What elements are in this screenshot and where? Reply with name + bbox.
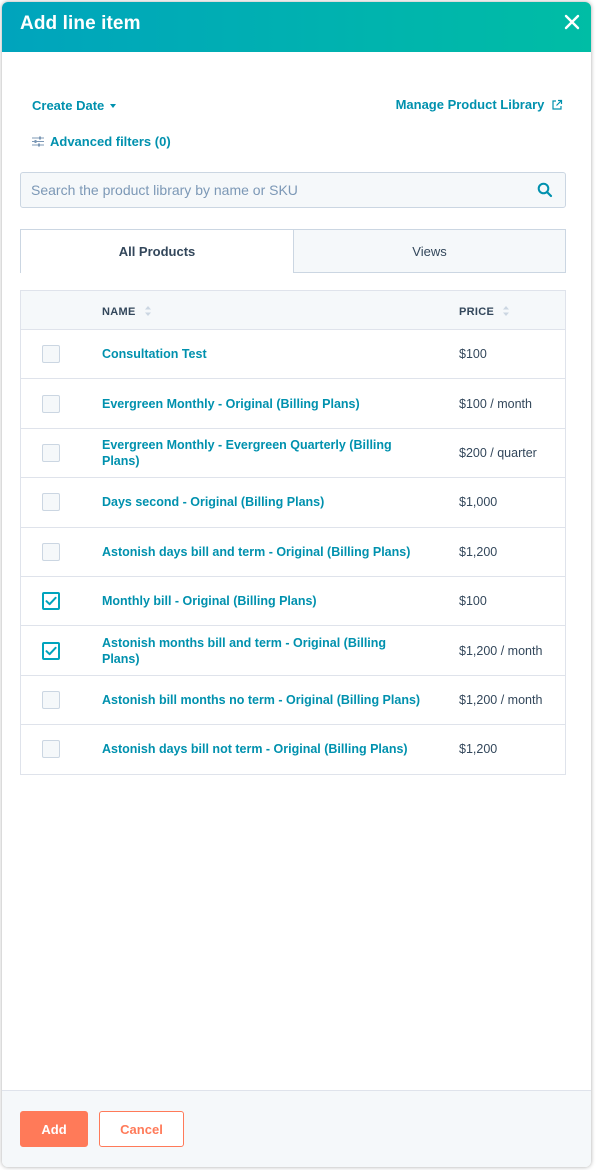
column-header-name-label: NAME xyxy=(102,306,136,318)
manage-product-library-link[interactable]: Manage Product Library xyxy=(396,97,563,112)
product-name-link[interactable]: Astonish bill months no term - Original … xyxy=(102,692,422,708)
panel-header: Add line item xyxy=(2,2,591,52)
table-row[interactable]: Evergreen Monthly - Original (Billing Pl… xyxy=(21,379,565,429)
tab-all-products[interactable]: All Products xyxy=(20,229,294,273)
table-row[interactable]: Consultation Test $100 xyxy=(21,330,565,380)
product-price: $1,200 / month xyxy=(459,692,543,707)
checkbox[interactable] xyxy=(42,740,60,759)
checkmark-icon xyxy=(45,596,57,606)
tab-views[interactable]: Views xyxy=(293,229,566,273)
table-row[interactable]: Astonish days bill and term - Original (… xyxy=(21,527,565,577)
search-box xyxy=(20,172,566,208)
create-date-dropdown[interactable]: Create Date xyxy=(32,98,117,113)
advanced-filters-button[interactable]: Advanced filters (0) xyxy=(32,134,171,149)
product-price: $100 xyxy=(459,594,487,609)
product-name-link[interactable]: Consultation Test xyxy=(102,346,422,362)
search-input[interactable] xyxy=(21,173,531,207)
close-icon[interactable] xyxy=(560,10,584,34)
checkbox[interactable] xyxy=(42,443,60,462)
checkbox[interactable] xyxy=(42,493,60,512)
table-row[interactable]: Astonish months bill and term - Original… xyxy=(21,626,565,676)
table-row[interactable]: Evergreen Monthly - Evergreen Quarterly … xyxy=(21,428,565,479)
product-name-link[interactable]: Astonish months bill and term - Original… xyxy=(102,635,422,667)
checkbox[interactable] xyxy=(42,345,60,364)
product-name-link[interactable]: Evergreen Monthly - Original (Billing Pl… xyxy=(102,396,422,412)
product-name-link[interactable]: Astonish days bill not term - Original (… xyxy=(102,741,422,757)
checkbox[interactable] xyxy=(42,394,60,413)
checkmark-icon xyxy=(45,646,57,655)
product-price: $200 / quarter xyxy=(459,445,537,460)
column-header-name[interactable]: NAME xyxy=(102,306,151,318)
column-header-price[interactable]: PRICE xyxy=(459,306,510,318)
add-button[interactable]: Add xyxy=(20,1111,88,1147)
table-row[interactable]: Astonish bill months no term - Original … xyxy=(21,675,565,726)
table-row[interactable]: Astonish days bill not term - Original (… xyxy=(21,725,565,775)
panel-title: Add line item xyxy=(20,13,141,34)
external-link-icon xyxy=(552,99,563,110)
product-name-link[interactable]: Evergreen Monthly - Evergreen Quarterly … xyxy=(102,437,422,469)
create-date-label: Create Date xyxy=(32,98,105,113)
sort-icon xyxy=(144,306,151,317)
manage-library-label: Manage Product Library xyxy=(395,97,545,112)
product-price: $100 / month xyxy=(459,396,532,411)
product-price: $1,200 / month xyxy=(459,643,543,658)
add-line-item-panel: Add line item Create Date Manage Product… xyxy=(2,2,591,1167)
column-header-price-label: PRICE xyxy=(459,306,495,318)
cancel-button[interactable]: Cancel xyxy=(99,1111,184,1147)
caret-down-icon xyxy=(110,103,117,108)
checkbox-checked[interactable] xyxy=(42,592,60,611)
product-price: $1,200 xyxy=(459,742,498,757)
sort-icon xyxy=(503,306,510,317)
table-header: NAME PRICE xyxy=(21,291,565,330)
panel-footer: Add Cancel xyxy=(2,1090,591,1167)
products-table: NAME PRICE Consultation Test $100 Evergree… xyxy=(20,290,566,775)
table-row[interactable]: Days second - Original (Billing Plans) $1… xyxy=(21,478,565,528)
product-price: $1,200 xyxy=(459,544,498,559)
checkbox[interactable] xyxy=(42,542,60,561)
table-row[interactable]: Monthly bill - Original (Billing Plans) $… xyxy=(21,576,565,627)
product-price: $100 xyxy=(459,347,487,362)
product-tabs: All Products Views xyxy=(20,229,566,273)
product-name-link[interactable]: Astonish days bill and term - Original (… xyxy=(102,544,422,560)
checkbox[interactable] xyxy=(42,690,60,709)
table-body: Consultation Test $100 Evergreen Monthly -… xyxy=(21,330,565,775)
advanced-filters-label: Advanced filters (0) xyxy=(50,134,171,149)
product-name-link[interactable]: Monthly bill - Original (Billing Plans) xyxy=(102,593,422,609)
checkbox-checked[interactable] xyxy=(42,641,60,660)
filter-sliders-icon xyxy=(32,136,44,147)
product-name-link[interactable]: Days second - Original (Billing Plans) xyxy=(102,494,422,510)
search-icon[interactable] xyxy=(537,182,553,198)
product-price: $1,000 xyxy=(459,495,498,510)
